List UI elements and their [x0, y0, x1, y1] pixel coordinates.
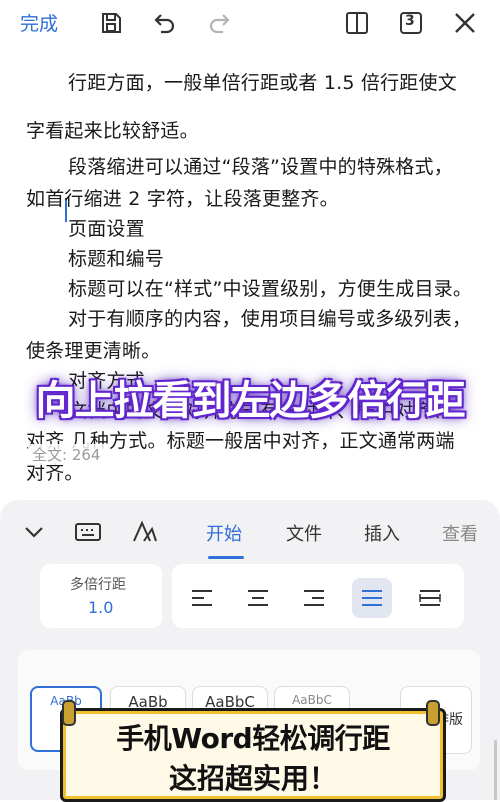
tab-view[interactable]: 查看: [442, 520, 478, 546]
word-count: 全文: 264: [28, 444, 105, 465]
doc-line: 标题和编号: [68, 248, 165, 270]
doc-line: 字看起来比较舒适。: [26, 120, 199, 142]
doc-line: 行距方面，一般单倍行距或者 1.5 倍行距使文: [68, 72, 457, 94]
align-distributed-icon[interactable]: [410, 578, 450, 618]
align-right-icon[interactable]: [294, 578, 334, 618]
doc-line: 标题可以在“样式”中设置级别，方便生成目录。: [68, 278, 473, 300]
tab-insert[interactable]: 插入: [364, 520, 400, 546]
banner-line-1: 手机Word轻松调行距: [116, 722, 390, 755]
align-left-icon[interactable]: [182, 578, 222, 618]
panel-tab-row: 开始 文件 插入 查看: [0, 500, 500, 562]
pages-icon[interactable]: 3: [396, 8, 426, 38]
pin-icon: [62, 700, 76, 726]
banner-line-2: 这招超实用！: [168, 762, 337, 795]
text-format-icon[interactable]: [128, 516, 160, 548]
align-center-icon[interactable]: [238, 578, 278, 618]
line-spacing-label: 多倍行距: [70, 577, 126, 593]
top-toolbar: 完成 3: [0, 0, 500, 46]
promo-banner: 手机Word轻松调行距 这招超实用！: [60, 708, 446, 802]
doc-line: 页面设置: [68, 218, 145, 240]
done-button[interactable]: 完成: [20, 9, 58, 36]
doc-line: 使条理更清晰。: [26, 340, 161, 362]
active-tab-indicator: [208, 556, 244, 559]
overlay-caption: 向上拉看到左边多倍行距: [35, 378, 466, 424]
scrollbar[interactable]: [494, 740, 497, 800]
pin-icon: [426, 700, 440, 726]
doc-line: 段落缩进可以通过“段落”设置中的特殊格式，: [68, 156, 453, 178]
close-icon[interactable]: [450, 8, 480, 38]
collapse-chevron-icon[interactable]: [18, 516, 50, 548]
line-spacing-value: 1.0: [88, 598, 114, 617]
save-icon[interactable]: [96, 8, 126, 38]
doc-line: 对于有顺序的内容，使用项目编号或多级列表，: [68, 308, 472, 330]
tab-file[interactable]: 文件: [286, 520, 322, 546]
redo-icon[interactable]: [204, 8, 234, 38]
doc-line: 如首行缩进 2 字符，让段落更整齐。: [26, 188, 339, 210]
keyboard-icon[interactable]: [72, 516, 104, 548]
split-view-icon[interactable]: [342, 8, 372, 38]
tab-home[interactable]: 开始: [206, 520, 242, 546]
align-justify-icon[interactable]: [352, 578, 392, 618]
pages-count: 3: [405, 13, 415, 29]
undo-icon[interactable]: [150, 8, 180, 38]
